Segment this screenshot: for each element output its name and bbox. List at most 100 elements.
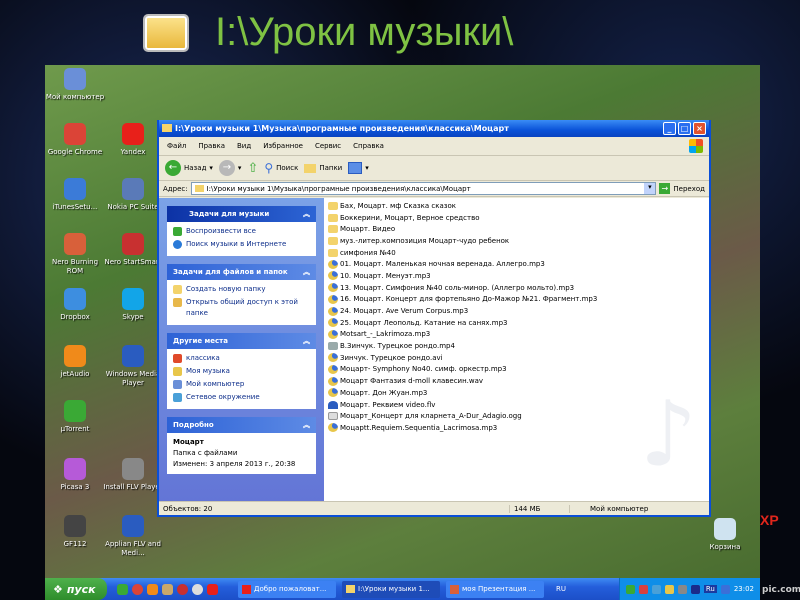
desktop-icon-label: Корзина: [709, 543, 741, 551]
nero-icon[interactable]: [177, 583, 188, 595]
desktop-icon[interactable]: Google Chrome: [45, 123, 105, 157]
desktop-icon[interactable]: Dropbox: [45, 288, 105, 322]
file-item[interactable]: 10. Моцарт. Менуэт.mp3: [328, 270, 705, 282]
desktop-icon[interactable]: Мой компьютер: [45, 68, 105, 102]
menu-view[interactable]: Вид: [237, 142, 251, 150]
play-all-link[interactable]: Воспроизвести все: [173, 226, 310, 237]
close-button[interactable]: ×: [693, 122, 706, 135]
start-button[interactable]: ❖ пуск: [45, 578, 107, 600]
maximize-button[interactable]: □: [678, 122, 691, 135]
search-music-link[interactable]: Поиск музыки в Интернете: [173, 239, 310, 250]
place-my-music[interactable]: Моя музыка: [173, 366, 310, 377]
file-item[interactable]: 25. Моцарт Леопольд. Катание на санях.mp…: [328, 317, 705, 329]
tray-icon[interactable]: [625, 584, 635, 594]
menu-file[interactable]: Файл: [167, 142, 186, 150]
status-size: 144 МБ: [509, 504, 569, 513]
app-icon[interactable]: [162, 583, 173, 595]
address-dropdown-icon[interactable]: ▾: [644, 183, 656, 194]
desktop-icon[interactable]: Picasa 3: [45, 458, 105, 492]
go-button[interactable]: Переход: [673, 185, 705, 193]
antivirus-icon[interactable]: [638, 584, 648, 594]
desktop-icon[interactable]: Applian FLV and Medi...: [103, 515, 163, 558]
file-item[interactable]: Моцарт. Видео: [328, 223, 705, 235]
task-presentation[interactable]: моя Презентация ...: [446, 580, 544, 598]
file-item[interactable]: Motsart_-_Lakrimoza.mp3: [328, 329, 705, 341]
desktop-icon[interactable]: Nero Burning ROM: [45, 233, 105, 276]
network-icon[interactable]: [651, 584, 661, 594]
menu-tools[interactable]: Сервис: [315, 142, 341, 150]
collapse-icon[interactable]: ︽: [303, 267, 310, 277]
back-arrow-icon: ←: [165, 160, 181, 176]
collapse-icon[interactable]: ︽: [303, 209, 310, 219]
tray-language[interactable]: Ru: [703, 585, 717, 593]
desktop-icon[interactable]: µTorrent: [45, 400, 105, 434]
file-item[interactable]: В.Зинчук. Турецкое рондо.mp4: [328, 340, 705, 352]
back-button[interactable]: ← Назад ▾: [165, 160, 213, 176]
media-icon[interactable]: [192, 583, 203, 595]
file-item[interactable]: 24. Моцарт. Ave Verum Corpus.mp3: [328, 305, 705, 317]
file-item[interactable]: симфония №40: [328, 247, 705, 259]
tray-icon[interactable]: [677, 584, 687, 594]
status-objects: Объектов: 20: [163, 504, 213, 513]
panel-header[interactable]: Подробно ︽: [167, 417, 316, 433]
task-browser[interactable]: Добро пожаловат...: [238, 580, 336, 598]
play-icon: [173, 227, 182, 236]
utorrent-icon[interactable]: [117, 583, 128, 595]
panel-title: Задачи для файлов и папок: [173, 268, 288, 276]
collapse-icon[interactable]: ︽: [303, 336, 310, 346]
place-my-computer[interactable]: Мой компьютер: [173, 379, 310, 390]
minimize-button[interactable]: _: [663, 122, 676, 135]
search-button[interactable]: ⚲ Поиск: [264, 161, 298, 175]
menu-bar: Файл Правка Вид Избранное Сервис Справка: [159, 137, 709, 156]
language-indicator[interactable]: RU: [556, 585, 566, 593]
desktop-icon[interactable]: Skype: [103, 288, 163, 322]
chrome-icon[interactable]: [132, 583, 143, 595]
file-item[interactable]: муз.-литер.композиция Моцарт-чудо ребено…: [328, 235, 705, 247]
desktop-icon[interactable]: Nokia PC Suite: [103, 178, 163, 212]
address-input[interactable]: I:\Уроки музыки 1\Музыка\програмные прои…: [190, 182, 657, 195]
file-item[interactable]: 13. Моцарт. Симфония №40 соль-минор. (Ал…: [328, 282, 705, 294]
desktop-icon[interactable]: iTunesSetu...: [45, 178, 105, 212]
desktop-icon[interactable]: Windows Media Player: [103, 345, 163, 388]
panel-header[interactable]: Задачи для файлов и папок ︽: [167, 264, 316, 280]
file-item[interactable]: 16. Моцарт. Концерт для фортепьяно До-Ма…: [328, 294, 705, 306]
new-folder-link[interactable]: Создать новую папку: [173, 284, 310, 295]
yandex-icon[interactable]: [207, 583, 218, 595]
windows-logo-icon: [689, 139, 703, 153]
file-item[interactable]: Бах, Моцарт. мф Сказка сказок: [328, 200, 705, 212]
desktop-icon-label: Skype: [122, 313, 144, 321]
file-item[interactable]: Моцарт- Symphony No40. симф. оркестр.mp3: [328, 364, 705, 376]
collapse-icon[interactable]: ︽: [303, 420, 310, 430]
desktop-icon[interactable]: Nero StartSmart: [103, 233, 163, 267]
tray-icon[interactable]: [664, 584, 674, 594]
file-name: 24. Моцарт. Ave Verum Corpus.mp3: [340, 307, 469, 316]
panel-header[interactable]: Другие места ︽: [167, 333, 316, 349]
app-icon: [64, 458, 86, 480]
menu-help[interactable]: Справка: [353, 142, 384, 150]
desktop-icon[interactable]: GF112: [45, 515, 105, 549]
desktop-icon[interactable]: Корзина: [695, 518, 755, 552]
title-bar[interactable]: I:\Уроки музыки 1\Музыка\програмные прои…: [159, 120, 709, 137]
panel-header[interactable]: Задачи для музыки ︽: [167, 206, 316, 222]
place-network[interactable]: Сетевое окружение: [173, 392, 310, 403]
menu-favorites[interactable]: Избранное: [263, 142, 303, 150]
music-tasks-panel: Задачи для музыки ︽ Воспроизвести все Пои…: [167, 206, 316, 256]
up-folder-button[interactable]: ⇧: [247, 161, 258, 176]
share-folder-link[interactable]: Открыть общий доступ к этой папке: [173, 297, 310, 319]
jetaudio-icon[interactable]: [147, 583, 158, 595]
forward-button[interactable]: → ▾: [218, 160, 241, 176]
desktop-icon[interactable]: Yandex: [103, 123, 163, 157]
media-icon[interactable]: [690, 584, 700, 594]
views-button[interactable]: ▾: [348, 162, 369, 174]
folders-button[interactable]: Папки: [304, 163, 342, 173]
file-item[interactable]: 01. Моцарт. Маленькая ночная веренада. А…: [328, 258, 705, 270]
go-arrow-icon[interactable]: →: [659, 183, 671, 194]
place-classic[interactable]: класcика: [173, 353, 310, 364]
menu-edit[interactable]: Правка: [198, 142, 225, 150]
file-item[interactable]: Зинчук. Турецкое рондо.avi: [328, 352, 705, 364]
file-item[interactable]: Боккерини, Моцарт, Верное средство: [328, 212, 705, 224]
task-explorer[interactable]: I:\Уроки музыки 1...: [342, 580, 440, 598]
tray-icon[interactable]: [720, 584, 730, 594]
desktop-icon[interactable]: Install FLV Player: [103, 458, 163, 492]
desktop-icon[interactable]: jetAudio: [45, 345, 105, 379]
